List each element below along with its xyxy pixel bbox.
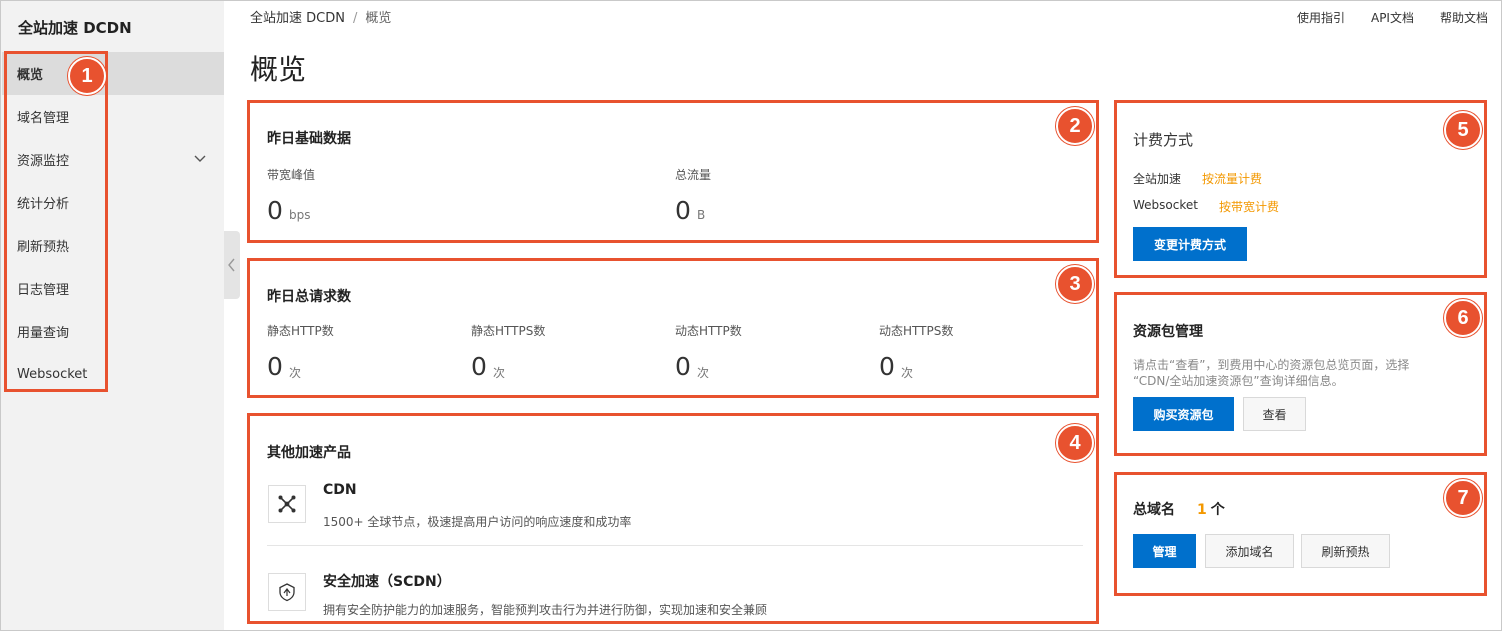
api-docs-link[interactable]: API文档 [1371, 9, 1414, 26]
domain-count-unit: 个 [1210, 502, 1225, 518]
static-https-label: 静态HTTPS数 [471, 324, 546, 338]
refresh-prefetch-button[interactable]: 刷新预热 [1301, 534, 1390, 568]
annotation-badge-5: 5 [1444, 111, 1482, 149]
dynamic-https-unit: 次 [901, 366, 914, 380]
static-http-value: 0 [267, 352, 283, 381]
shield-recycle-icon [268, 573, 306, 611]
billing-websocket-value: 按带宽计费 [1219, 200, 1280, 214]
chevron-left-icon [228, 258, 235, 272]
annotation-badge-2: 2 [1056, 107, 1094, 145]
domains-card: 总域名 1个 管理 添加域名 刷新预热 7 [1114, 472, 1487, 596]
requests-title: 昨日总请求数 [267, 289, 351, 305]
bandwidth-peak-label: 带宽峰值 [267, 168, 316, 182]
resource-pack-card: 资源包管理 请点击“查看”，到费用中心的资源包总览页面，选择 “CDN/全站加速… [1114, 292, 1487, 456]
breadcrumb: 全站加速 DCDN / 概览 [250, 7, 391, 26]
resource-pack-desc: 请点击“查看”，到费用中心的资源包总览页面，选择 “CDN/全站加速资源包”查询… [1133, 357, 1463, 389]
billing-dcdn-value: 按流量计费 [1202, 172, 1263, 186]
annotation-badge-6: 6 [1444, 299, 1482, 337]
cdn-product-link[interactable]: CDN [323, 482, 357, 498]
static-http-label: 静态HTTP数 [267, 324, 334, 338]
annotation-badge-7: 7 [1444, 479, 1482, 517]
sidebar-title: 全站加速 DCDN [18, 19, 132, 37]
change-billing-button[interactable]: 变更计费方式 [1133, 227, 1247, 261]
breadcrumb-root[interactable]: 全站加速 DCDN [250, 11, 345, 26]
help-docs-link[interactable]: 帮助文档 [1440, 9, 1488, 26]
top-links: 使用指引 API文档 帮助文档 [1297, 9, 1488, 26]
chevron-down-icon [194, 155, 206, 162]
static-https-unit: 次 [493, 366, 506, 380]
basic-data-card: 昨日基础数据 带宽峰值 0 bps 总流量 0 B 2 [247, 100, 1099, 243]
products-card: 其他加速产品 CDN 1500+ 全球节点，极速提高用户访问的响应速度和成功率 … [247, 413, 1099, 624]
manage-domains-button[interactable]: 管理 [1133, 534, 1196, 568]
billing-websocket-label: Websocket [1133, 198, 1198, 212]
domains-title: 总域名 [1133, 502, 1175, 518]
total-traffic-value: 0 [675, 196, 691, 225]
billing-dcdn-label: 全站加速 [1133, 172, 1182, 186]
view-resource-pack-button[interactable]: 查看 [1243, 397, 1306, 431]
dynamic-http-label: 动态HTTP数 [675, 324, 742, 338]
bandwidth-peak-value: 0 [267, 196, 283, 225]
page-title: 概览 [250, 53, 307, 86]
annotation-badge-4: 4 [1056, 424, 1094, 462]
total-traffic-label: 总流量 [675, 168, 712, 182]
resource-pack-title: 资源包管理 [1133, 324, 1203, 340]
requests-card: 昨日总请求数 静态HTTP数 0 次 静态HTTPS数 0 次 动态HTTP数 … [247, 258, 1099, 398]
resource-pack-desc-line2: “CDN/全站加速资源包”查询详细信息。 [1133, 374, 1344, 388]
billing-title: 计费方式 [1133, 131, 1194, 149]
dynamic-https-value: 0 [879, 352, 895, 381]
domain-count-number: 1 [1197, 502, 1207, 518]
annotation-badge-3: 3 [1056, 265, 1094, 303]
billing-card: 计费方式 全站加速 按流量计费 Websocket 按带宽计费 变更计费方式 5 [1114, 100, 1487, 278]
add-domain-button[interactable]: 添加域名 [1205, 534, 1294, 568]
breadcrumb-current: 概览 [365, 11, 392, 26]
basic-data-title: 昨日基础数据 [267, 131, 351, 147]
static-http-unit: 次 [289, 366, 302, 380]
buy-resource-pack-button[interactable]: 购买资源包 [1133, 397, 1234, 431]
dynamic-http-value: 0 [675, 352, 691, 381]
resource-pack-desc-line1: 请点击“查看”，到费用中心的资源包总览页面，选择 [1133, 358, 1410, 372]
bandwidth-peak-unit: bps [289, 208, 311, 222]
breadcrumb-separator: / [352, 11, 358, 26]
cdn-product-desc: 1500+ 全球节点，极速提高用户访问的响应速度和成功率 [323, 515, 632, 529]
scdn-product-link[interactable]: 安全加速（SCDN） [323, 571, 451, 591]
sidebar-collapse-handle[interactable] [224, 231, 240, 299]
cdn-network-icon [268, 485, 306, 523]
guide-link[interactable]: 使用指引 [1297, 9, 1345, 26]
domain-count: 1个 [1197, 499, 1225, 519]
products-title: 其他加速产品 [267, 445, 351, 461]
static-https-value: 0 [471, 352, 487, 381]
products-divider [267, 545, 1083, 546]
dynamic-http-unit: 次 [697, 366, 710, 380]
scdn-product-desc: 拥有安全防护能力的加速服务，智能预判攻击行为并进行防御，实现加速和安全兼顾 [323, 603, 768, 617]
annotation-badge-1: 1 [68, 57, 106, 95]
annotation-box-1 [4, 51, 108, 392]
total-traffic-unit: B [697, 208, 706, 222]
dynamic-https-label: 动态HTTPS数 [879, 324, 954, 338]
